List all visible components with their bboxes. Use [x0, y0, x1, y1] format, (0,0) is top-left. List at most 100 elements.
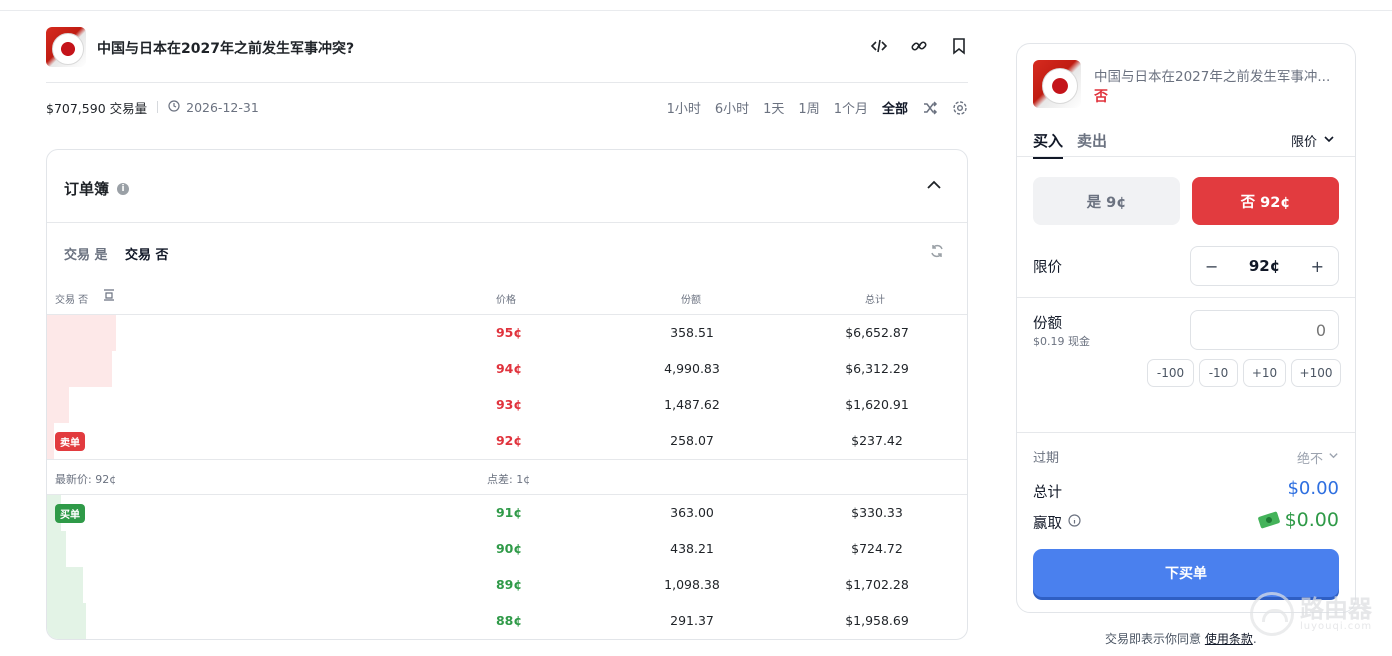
quick-plus-10[interactable]: +10 [1243, 359, 1286, 387]
range-1h[interactable]: 1小时 [667, 98, 701, 117]
shares-cell: 4,990.83 [664, 361, 720, 376]
price-cell: 90¢ [495, 541, 523, 556]
shares-input[interactable] [1190, 310, 1339, 350]
terms-notice: 交易即表示你同意 使用条款. [1105, 630, 1257, 647]
order-book: 订单簿 i 交易 是 交易 否 交易 否 价格 份额 总计 95¢ 358.51 $… [46, 149, 968, 640]
total-cell: $724.72 [851, 541, 903, 556]
win-info-icon[interactable] [1068, 514, 1081, 531]
depth-bar [47, 387, 69, 423]
market-stats: $707,590 交易量 2026-12-31 [46, 98, 259, 116]
order-type-label: 限价 [1290, 135, 1317, 150]
cash-balance: $0.19 现金 [1033, 335, 1090, 348]
price-cell: 89¢ [495, 577, 523, 592]
market-image [46, 27, 86, 67]
panel-market-image [1033, 60, 1081, 108]
total-label: 总计 [1033, 485, 1062, 501]
col-side-header: 交易 否 [55, 295, 89, 306]
expiry-chevron-icon [1328, 450, 1339, 465]
embed-code-icon[interactable] [870, 37, 888, 55]
total-cell: $6,312.29 [845, 361, 909, 376]
price-cell: 94¢ [495, 361, 523, 376]
increment-button[interactable]: + [1311, 257, 1324, 276]
limit-price-stepper: − 92¢ + [1190, 246, 1339, 286]
bid-row[interactable]: 买单 91¢ 363.00 $330.33 [47, 495, 967, 531]
total-cell: $6,652.87 [845, 325, 909, 340]
limit-price-value[interactable]: 92¢ [1249, 257, 1280, 275]
tab-trade-yes[interactable]: 交易 是 [64, 244, 108, 263]
depth-bar [47, 315, 116, 351]
shares-cell: 438.21 [670, 541, 714, 556]
price-cell: 91¢ [495, 505, 523, 520]
settings-gear-icon[interactable] [952, 100, 968, 116]
ask-badge: 卖单 [55, 432, 85, 451]
clock-icon [168, 99, 180, 115]
last-price: 最新价: 92¢ [55, 473, 117, 486]
shares-label: 份额 [1033, 316, 1062, 332]
bid-row[interactable]: 88¢ 291.37 $1,958.69 [47, 603, 967, 639]
depth-bar [47, 423, 54, 459]
bid-row[interactable]: 89¢ 1,098.38 $1,702.28 [47, 567, 967, 603]
shares-cell: 1,487.62 [664, 397, 720, 412]
depth-bar [47, 531, 66, 567]
quick-plus-100[interactable]: +100 [1291, 359, 1341, 387]
decrement-button[interactable]: − [1205, 257, 1218, 276]
price-cell: 93¢ [495, 397, 523, 412]
price-cell: 92¢ [495, 433, 523, 448]
col-total-header: 总计 [865, 295, 885, 306]
quick-minus-100[interactable]: -100 [1147, 359, 1194, 387]
win-value: $0.00 [1284, 509, 1339, 531]
expiry-label: 过期 [1033, 451, 1060, 466]
outcome-yes-button[interactable]: 是 9¢ [1033, 177, 1180, 225]
col-shares-header: 份额 [681, 295, 701, 306]
shares-cell: 358.51 [670, 325, 714, 340]
shares-cell: 1,098.38 [664, 577, 720, 592]
range-1m[interactable]: 1个月 [834, 98, 868, 117]
sort-icon[interactable] [102, 288, 116, 305]
quick-minus-10[interactable]: -10 [1199, 359, 1238, 387]
collapse-chevron-icon[interactable] [925, 176, 943, 198]
refresh-icon[interactable] [929, 243, 945, 263]
bid-row[interactable]: 90¢ 438.21 $724.72 [47, 531, 967, 567]
shuffle-icon[interactable] [922, 100, 938, 116]
limit-price-label: 限价 [1033, 260, 1062, 276]
ask-row[interactable]: 93¢ 1,487.62 $1,620.91 [47, 387, 967, 423]
bookmark-icon[interactable] [950, 37, 968, 55]
range-6h[interactable]: 6小时 [715, 98, 749, 117]
panel-outcome-side: 否 [1094, 89, 1108, 105]
shares-cell: 363.00 [670, 505, 714, 520]
watermark: 路由器 luyouqi.com [1250, 592, 1372, 636]
range-all[interactable]: 全部 [882, 98, 908, 117]
expiry-dropdown[interactable]: 绝不 [1297, 448, 1339, 467]
place-order-button[interactable]: 下买单 [1033, 549, 1339, 597]
header-divider [46, 82, 968, 83]
range-1d[interactable]: 1天 [763, 98, 784, 117]
tab-buy[interactable]: 买入 [1033, 130, 1064, 159]
total-cell: $237.42 [851, 433, 903, 448]
expiry-value: 绝不 [1296, 452, 1323, 467]
ask-row[interactable]: 95¢ 358.51 $6,652.87 [47, 315, 967, 351]
watermark-text: 路由器 [1300, 594, 1372, 623]
quick-amount-buttons: -100 -10 +10 +100 [1147, 359, 1341, 387]
outcome-no-button[interactable]: 否 92¢ [1192, 177, 1339, 225]
col-price-header: 价格 [496, 295, 516, 306]
panel-market-title: 中国与日本在2027年之前发生军事冲... [1094, 69, 1331, 85]
top-divider [0, 10, 1392, 11]
order-type-dropdown[interactable]: 限价 [1291, 131, 1335, 150]
link-icon[interactable] [910, 37, 928, 55]
chevron-down-icon [1323, 133, 1335, 149]
info-icon[interactable]: i [117, 182, 130, 195]
ask-row[interactable]: 94¢ 4,990.83 $6,312.29 [47, 351, 967, 387]
terms-link[interactable]: 使用条款 [1205, 632, 1253, 646]
ask-row[interactable]: 卖单 92¢ 258.07 $237.42 [47, 423, 967, 459]
depth-bar [47, 603, 86, 639]
total-value: $0.00 [1287, 478, 1339, 499]
shares-cell: 291.37 [670, 613, 714, 628]
range-1w[interactable]: 1周 [798, 98, 819, 117]
total-cell: $1,620.91 [845, 397, 909, 412]
total-cell: $1,702.28 [845, 577, 909, 592]
orderbook-title: 订单簿 [64, 180, 110, 198]
market-header: 中国与日本在2027年之前发生军事冲突? [46, 27, 968, 67]
tab-trade-no[interactable]: 交易 否 [125, 244, 169, 263]
win-value-box: $0.00 [1257, 509, 1339, 531]
tab-sell[interactable]: 卖出 [1077, 130, 1107, 151]
